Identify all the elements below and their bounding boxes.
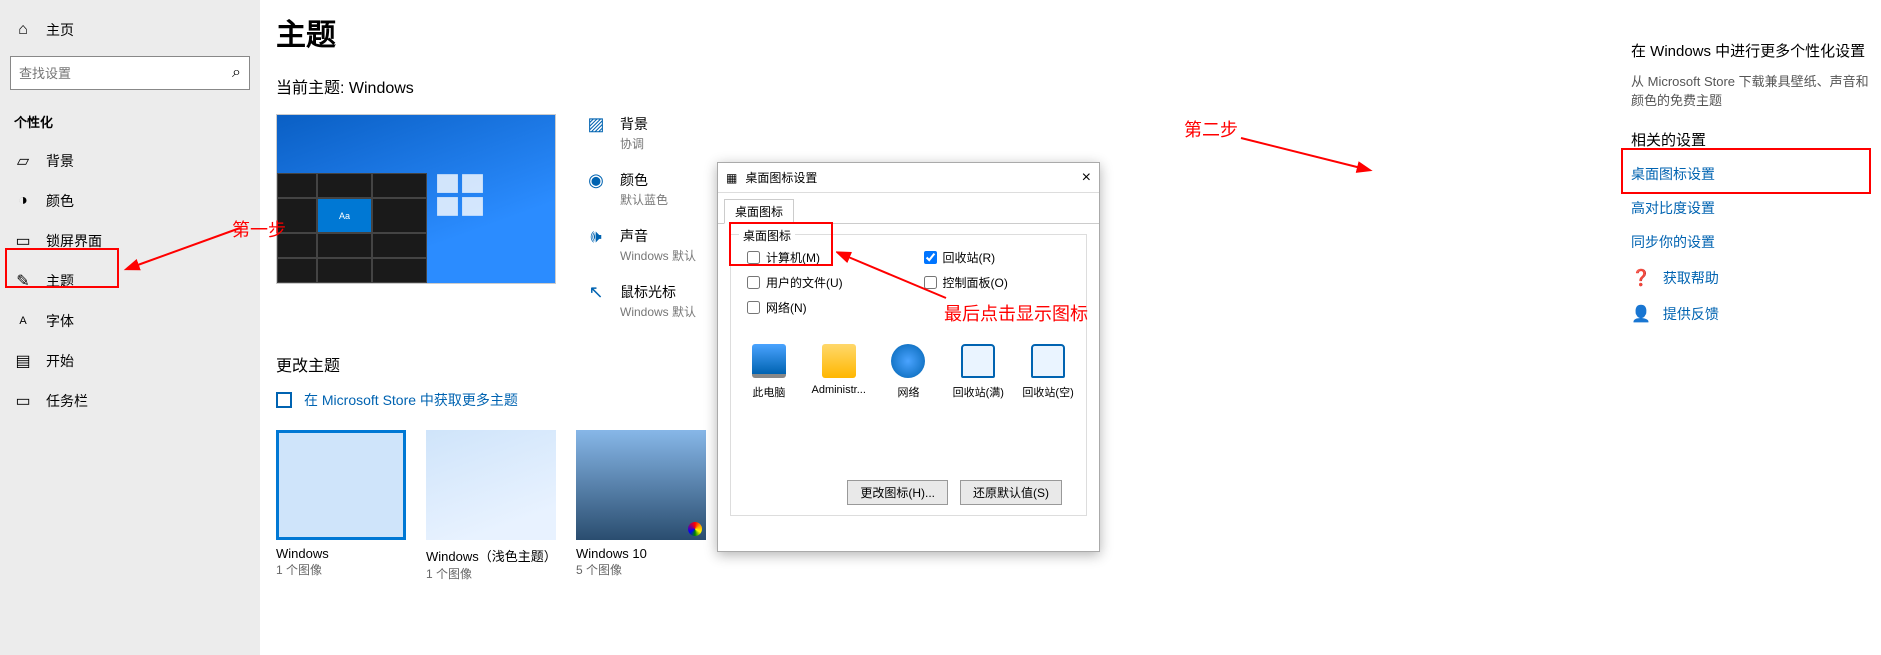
icon-recycle-full[interactable]: 回收站(满) <box>950 344 1006 400</box>
palette-icon: ◑ <box>14 192 32 210</box>
taskbar-icon: ▭ <box>14 392 32 410</box>
sidebar-item-taskbar[interactable]: ▭ 任务栏 <box>0 381 260 421</box>
check-userfiles[interactable]: 用户的文件(U) <box>747 274 894 291</box>
theme-thumb <box>426 430 556 540</box>
windows-logo-icon <box>435 170 485 225</box>
prop-sound[interactable]: 🕪 声音Windows 默认 <box>586 226 696 264</box>
home-icon: ⌂ <box>14 21 32 39</box>
checkbox-group: 桌面图标 计算机(M) 回收站(R) 用户的文件(U) 控制面板(O) 网络(N… <box>730 234 1087 516</box>
theme-card[interactable]: Windows（浅色主题） 1 个图像 <box>426 430 566 582</box>
check-recycle[interactable]: 回收站(R) <box>924 249 1071 266</box>
picture-icon: ▱ <box>14 152 32 170</box>
icon-this-pc[interactable]: 此电脑 <box>741 344 797 400</box>
dialog-tabs: 桌面图标 <box>718 193 1099 224</box>
dialog-titlebar[interactable]: ▦ 桌面图标设置 × <box>718 163 1099 193</box>
link-desktop-icon-settings[interactable]: 桌面图标设置 <box>1631 164 1871 184</box>
sidebar-item-background[interactable]: ▱ 背景 <box>0 141 260 181</box>
desktop-icon-dialog: ▦ 桌面图标设置 × 桌面图标 桌面图标 计算机(M) 回收站(R) 用户的文件… <box>717 162 1100 552</box>
right-desc1: 从 Microsoft Store 下载兼具壁纸、声音和颜色的免费主题 <box>1631 71 1871 109</box>
annotation-arrow-step2 <box>1236 128 1376 178</box>
lock-icon: ▭ <box>14 232 32 250</box>
dialog-title: 桌面图标设置 <box>745 169 817 186</box>
check-network[interactable]: 网络(N) <box>747 299 894 316</box>
sidebar-item-lockscreen[interactable]: ▭ 锁屏界面 <box>0 221 260 261</box>
close-icon[interactable]: × <box>1082 169 1091 187</box>
store-link-label: 在 Microsoft Store 中获取更多主题 <box>304 390 518 410</box>
sidebar-item-label: 锁屏界面 <box>46 231 102 251</box>
font-icon: A <box>14 312 32 330</box>
sidebar-item-label: 颜色 <box>46 191 74 211</box>
picture-icon: ▨ <box>586 114 606 134</box>
prop-background[interactable]: ▨ 背景协调 <box>586 114 696 152</box>
tab-desktop-icons[interactable]: 桌面图标 <box>724 199 794 224</box>
annotation-step2-label: 第二步 <box>1184 116 1238 142</box>
dialog-buttons: 更改图标(H)... 还原默认值(S) <box>741 480 1076 505</box>
start-menu-preview: Aa <box>277 173 427 283</box>
icon-network[interactable]: 网络 <box>881 344 937 400</box>
page-title: 主题 <box>276 10 1076 54</box>
search-box[interactable]: ⌕ <box>10 56 250 90</box>
category-label: 个性化 <box>0 104 260 141</box>
sidebar-item-label: 字体 <box>46 311 74 331</box>
flower-icon <box>688 522 702 536</box>
theme-card[interactable]: Windows 1 个图像 <box>276 430 416 582</box>
group-legend: 桌面图标 <box>739 227 795 244</box>
right-heading1: 在 Windows 中进行更多个性化设置 <box>1631 40 1871 61</box>
theme-preview[interactable]: Aa <box>276 114 556 284</box>
feedback-icon: 👤 <box>1631 304 1651 324</box>
prop-color[interactable]: ◉ 颜色默认蓝色 <box>586 170 696 208</box>
dialog-icon: ▦ <box>726 171 737 185</box>
link-sync-settings[interactable]: 同步你的设置 <box>1631 232 1871 252</box>
sidebar-item-label: 背景 <box>46 151 74 171</box>
right-panel: 在 Windows 中进行更多个性化设置 从 Microsoft Store 下… <box>1631 40 1871 340</box>
sidebar-item-label: 开始 <box>46 351 74 371</box>
check-controlpanel[interactable]: 控制面板(O) <box>924 274 1071 291</box>
sidebar-item-label: 任务栏 <box>46 391 88 411</box>
link-help[interactable]: ❓ 获取帮助 <box>1631 268 1871 288</box>
cursor-icon: ↖ <box>586 282 606 302</box>
search-icon: ⌕ <box>232 64 241 82</box>
theme-card[interactable]: Windows 10 5 个图像 <box>576 430 716 582</box>
theme-icon: ✎ <box>14 272 32 290</box>
current-theme-label: 当前主题: Windows <box>276 74 1076 98</box>
theme-thumb <box>276 430 406 540</box>
help-icon: ❓ <box>1631 268 1651 288</box>
theme-properties: ▨ 背景协调 ◉ 颜色默认蓝色 🕪 声音Windows 默认 ↖ 鼠标光标Win… <box>586 114 696 320</box>
sidebar-item-theme[interactable]: ✎ 主题 <box>0 261 260 301</box>
theme-thumb <box>576 430 706 540</box>
sound-icon: 🕪 <box>586 226 606 246</box>
right-heading2: 相关的设置 <box>1631 129 1871 150</box>
sidebar: ⌂ 主页 ⌕ 个性化 ▱ 背景 ◑ 颜色 ▭ 锁屏界面 ✎ 主题 A 字体 ▤ … <box>0 0 260 655</box>
check-computer[interactable]: 计算机(M) <box>747 249 894 266</box>
icon-user-folder[interactable]: Administr... <box>811 344 867 400</box>
icons-row: 此电脑 Administr... 网络 回收站(满) 回收站(空) <box>741 344 1076 400</box>
start-icon: ▤ <box>14 352 32 370</box>
search-input[interactable] <box>19 66 232 81</box>
link-feedback[interactable]: 👤 提供反馈 <box>1631 304 1871 324</box>
link-high-contrast[interactable]: 高对比度设置 <box>1631 198 1871 218</box>
restore-default-button[interactable]: 还原默认值(S) <box>960 480 1062 505</box>
home-item[interactable]: ⌂ 主页 <box>0 10 260 50</box>
prop-cursor[interactable]: ↖ 鼠标光标Windows 默认 <box>586 282 696 320</box>
home-label: 主页 <box>46 20 74 40</box>
sidebar-item-start[interactable]: ▤ 开始 <box>0 341 260 381</box>
sidebar-item-font[interactable]: A 字体 <box>0 301 260 341</box>
sidebar-item-label: 主题 <box>46 271 74 291</box>
icon-recycle-empty[interactable]: 回收站(空) <box>1020 344 1076 400</box>
palette-icon: ◉ <box>586 170 606 190</box>
sidebar-item-color[interactable]: ◑ 颜色 <box>0 181 260 221</box>
store-icon <box>276 392 292 408</box>
change-icon-button[interactable]: 更改图标(H)... <box>847 480 948 505</box>
